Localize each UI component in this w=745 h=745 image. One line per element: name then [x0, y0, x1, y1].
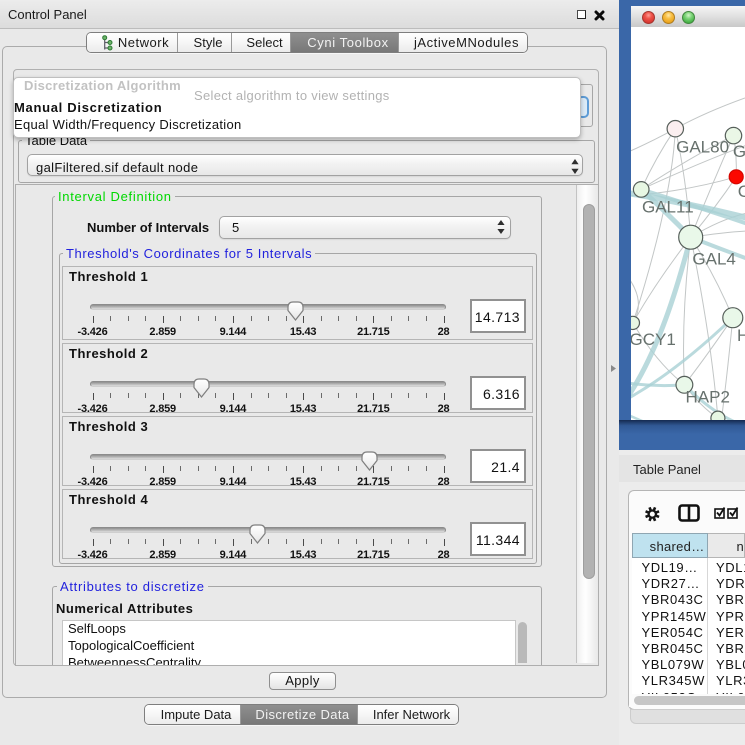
- svg-text:GA: GA: [733, 142, 745, 161]
- svg-text:GAL80: GAL80: [676, 138, 729, 157]
- svg-text:C: C: [738, 182, 745, 201]
- svg-text:GAL11: GAL11: [642, 197, 694, 216]
- svg-text:GAL4: GAL4: [692, 250, 735, 269]
- svg-text:H: H: [737, 326, 745, 345]
- svg-text:HAP2: HAP2: [686, 387, 730, 406]
- svg-text:GCY1: GCY1: [631, 330, 676, 349]
